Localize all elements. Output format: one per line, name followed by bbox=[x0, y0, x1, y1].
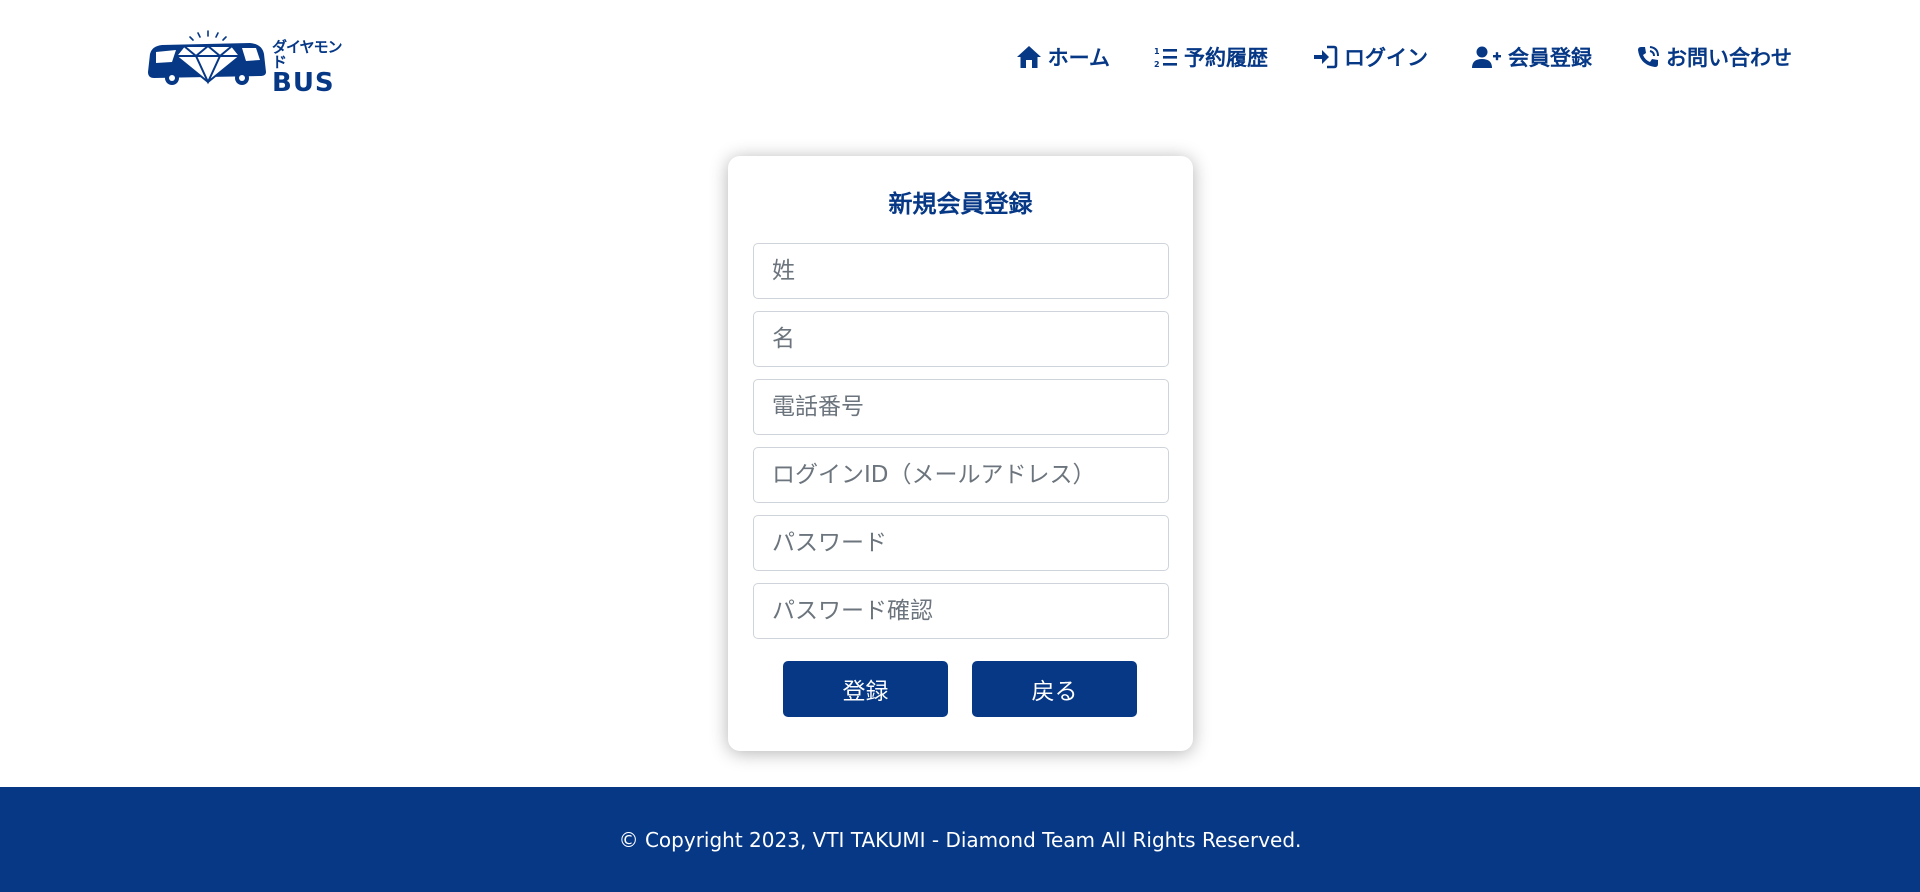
site-footer: © Copyright 2023, VTI TAKUMI - Diamond T… bbox=[0, 787, 1920, 892]
nav-login[interactable]: ログイン bbox=[1312, 42, 1428, 72]
svg-text:1: 1 bbox=[1154, 47, 1160, 56]
main-nav: ホーム 1 2 予約履歴 ログイン 会員登録 お問い合わせ bbox=[1016, 42, 1792, 72]
form-title: 新規会員登録 bbox=[888, 190, 1033, 218]
home-icon bbox=[1016, 46, 1041, 68]
nav-login-label: ログイン bbox=[1344, 46, 1428, 70]
password-confirm-field[interactable] bbox=[753, 583, 1169, 639]
nav-home[interactable]: ホーム bbox=[1016, 42, 1110, 72]
bus-logo-icon bbox=[148, 30, 266, 85]
nav-contact-label: お問い合わせ bbox=[1666, 46, 1792, 70]
first-name-field[interactable] bbox=[753, 311, 1169, 367]
svg-text:2: 2 bbox=[1154, 60, 1160, 69]
page: ダイヤモンド BUS ホーム 1 2 予約履歴 ログイン 会員登録 お問い合わせ… bbox=[0, 0, 1920, 892]
register-button[interactable]: 登録 bbox=[783, 661, 948, 717]
nav-register-label: 会員登録 bbox=[1508, 46, 1592, 70]
login-id-field[interactable] bbox=[753, 447, 1169, 503]
user-plus-icon bbox=[1472, 46, 1501, 68]
back-button[interactable]: 戻る bbox=[972, 661, 1137, 717]
sign-in-icon bbox=[1314, 45, 1338, 69]
site-header: ダイヤモンド BUS ホーム 1 2 予約履歴 ログイン 会員登録 お問い合わせ bbox=[0, 0, 1920, 118]
copyright-text: © Copyright 2023, VTI TAKUMI - Diamond T… bbox=[618, 827, 1302, 852]
logo-link[interactable]: ダイヤモンド BUS bbox=[146, 28, 352, 96]
logo-text: ダイヤモンド BUS bbox=[272, 38, 352, 98]
logo-bus: BUS bbox=[272, 68, 335, 98]
nav-home-label: ホーム bbox=[1047, 46, 1110, 70]
logo-kana: ダイヤモンド bbox=[272, 38, 343, 71]
nav-history-label: 予約履歴 bbox=[1184, 46, 1268, 70]
phone-field[interactable] bbox=[753, 379, 1169, 435]
phone-volume-icon bbox=[1638, 46, 1659, 67]
nav-history[interactable]: 1 2 予約履歴 bbox=[1154, 42, 1268, 72]
nav-contact[interactable]: お問い合わせ bbox=[1636, 42, 1792, 72]
last-name-field[interactable] bbox=[753, 243, 1169, 299]
nav-register[interactable]: 会員登録 bbox=[1472, 42, 1592, 72]
numbered-list-icon: 1 2 bbox=[1154, 47, 1177, 69]
password-field[interactable] bbox=[753, 515, 1169, 571]
